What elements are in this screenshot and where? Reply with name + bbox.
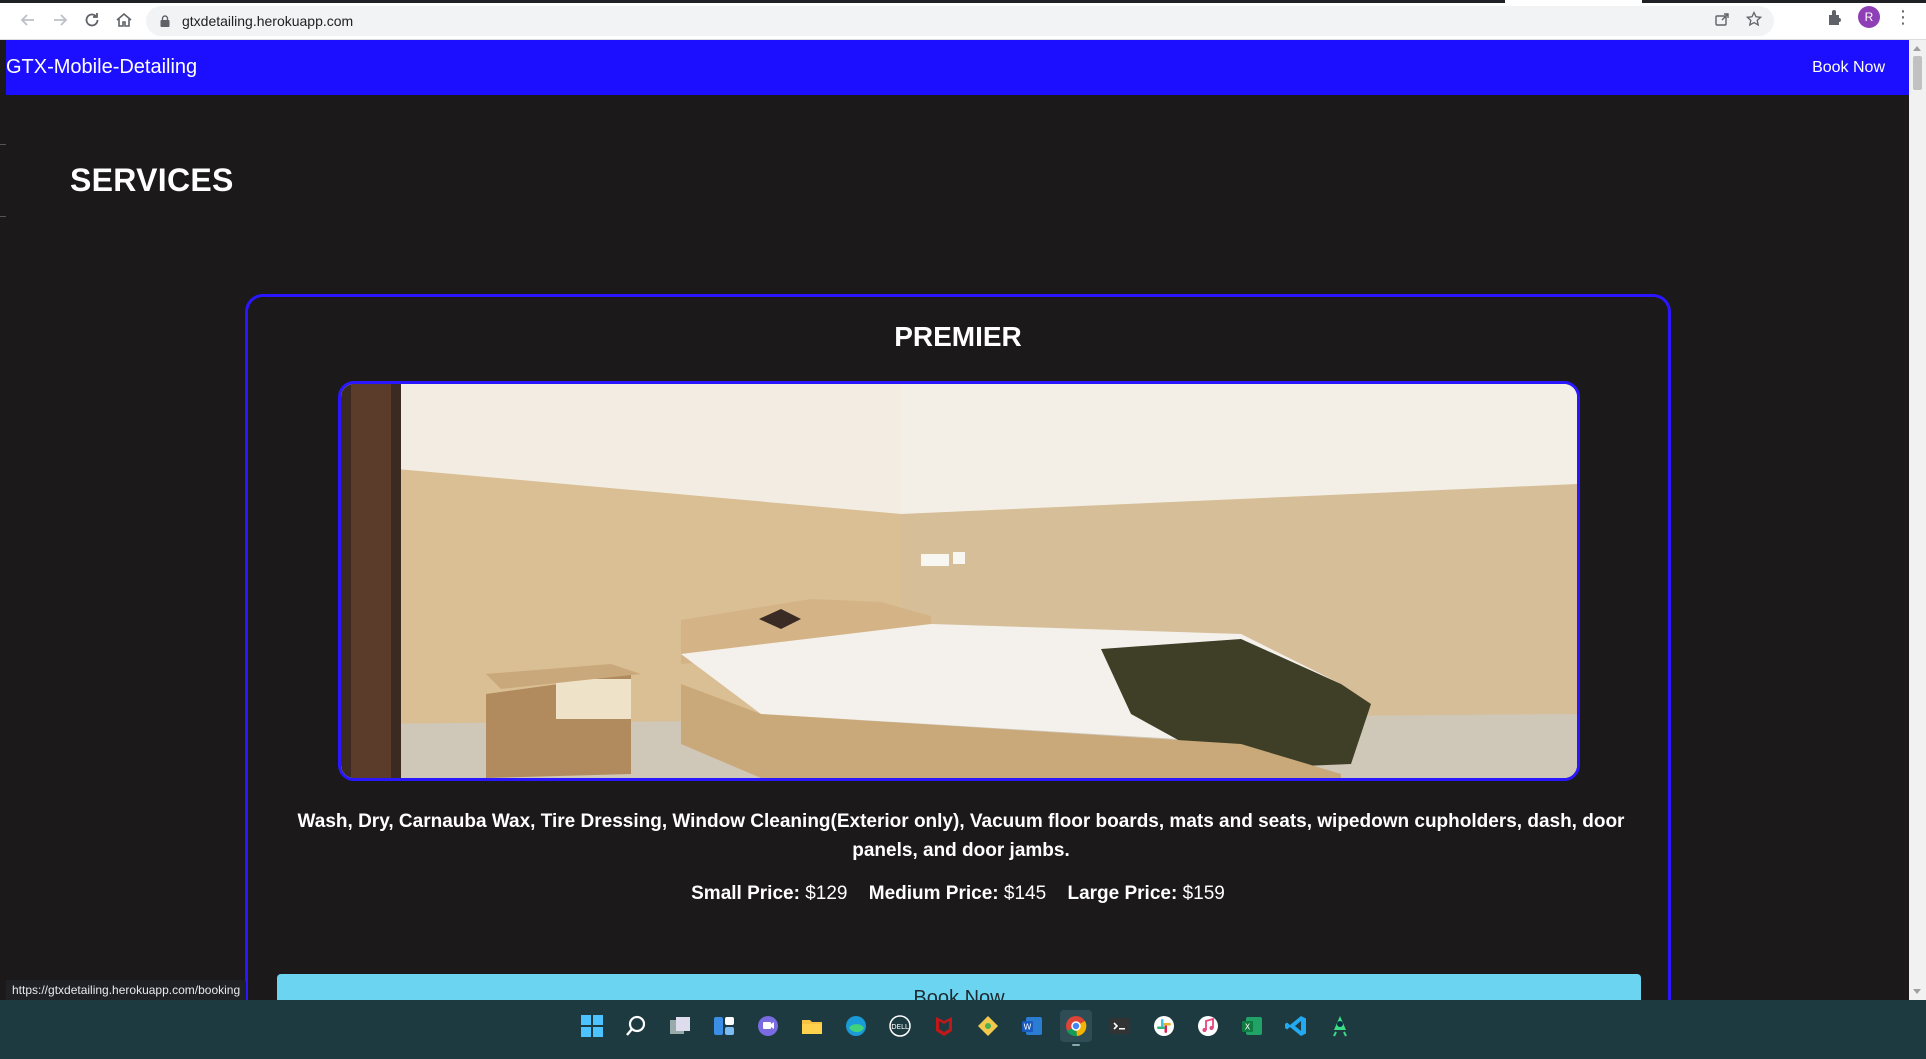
share-icon[interactable] [1714,11,1730,27]
forward-icon[interactable] [44,4,76,36]
bookmark-star-icon[interactable] [1746,11,1762,27]
svg-text:DELL: DELL [891,1023,909,1031]
scroll-down-arrow-icon[interactable] [1913,989,1921,994]
scroll-up-arrow-icon[interactable] [1913,46,1921,51]
slack-icon[interactable] [1148,1010,1180,1042]
windows-taskbar: DELL W X [0,1000,1926,1059]
terminal-icon[interactable] [1104,1010,1136,1042]
service-card: PREMIER Wash, Dry, Carnauba Wax, Tire Dr… [245,294,1671,1000]
book-now-button[interactable]: Book Now [277,974,1641,1000]
vscode-icon[interactable] [1280,1010,1312,1042]
address-bar[interactable]: gtxdetailing.herokuapp.com [146,6,1774,36]
site-navbar: GTX-Mobile-Detailing Book Now [6,40,1909,95]
widgets-icon[interactable] [708,1010,740,1042]
tab-strip [0,0,1926,3]
svg-text:W: W [1024,1023,1032,1032]
url-text: gtxdetailing.herokuapp.com [182,13,354,29]
link-status-bubble: https://gtxdetailing.herokuapp.com/booki… [6,980,247,1000]
more-menu-icon[interactable]: ⋮ [1894,7,1912,28]
svg-text:X: X [1245,1023,1251,1032]
lock-icon [160,15,170,27]
mcafee-icon[interactable] [928,1010,960,1042]
extensions-icon[interactable] [1826,8,1844,26]
git-icon[interactable] [972,1010,1004,1042]
page-title: SERVICES [70,162,234,198]
windows-start-icon[interactable] [576,1010,608,1042]
itunes-icon[interactable] [1192,1010,1224,1042]
page-viewport: GTX-Mobile-Detailing Book Now SERVICES P… [6,40,1909,1000]
browser-toolbar: gtxdetailing.herokuapp.com R ⋮ [0,0,1926,40]
price-list: Small Price: $129 Medium Price: $145 Lar… [248,883,1668,905]
nav-book-now-link[interactable]: Book Now [1812,59,1885,77]
price-small: Small Price: $129 [691,883,848,904]
service-description: Wash, Dry, Carnauba Wax, Tire Dressing, … [297,811,1625,861]
price-large: Large Price: $159 [1067,883,1225,904]
back-icon[interactable] [12,4,44,36]
home-icon[interactable] [108,4,140,36]
price-medium: Medium Price: $145 [868,883,1047,904]
excel-icon[interactable]: X [1236,1010,1268,1042]
service-photo [338,381,1580,781]
android-studio-icon[interactable] [1324,1010,1356,1042]
page-scrollbar[interactable] [1909,40,1926,1000]
card-title: PREMIER [894,321,1022,352]
dell-icon[interactable]: DELL [884,1010,916,1042]
profile-avatar[interactable]: R [1858,6,1880,28]
file-explorer-icon[interactable] [796,1010,828,1042]
word-icon[interactable]: W [1016,1010,1048,1042]
task-view-icon[interactable] [664,1010,696,1042]
edge-icon[interactable] [840,1010,872,1042]
scrollbar-thumb[interactable] [1913,56,1922,90]
reload-icon[interactable] [76,4,108,36]
site-brand[interactable]: GTX-Mobile-Detailing [6,56,197,79]
chrome-icon[interactable] [1060,1010,1092,1046]
search-icon[interactable] [620,1010,652,1042]
teams-chat-icon[interactable] [752,1010,784,1042]
